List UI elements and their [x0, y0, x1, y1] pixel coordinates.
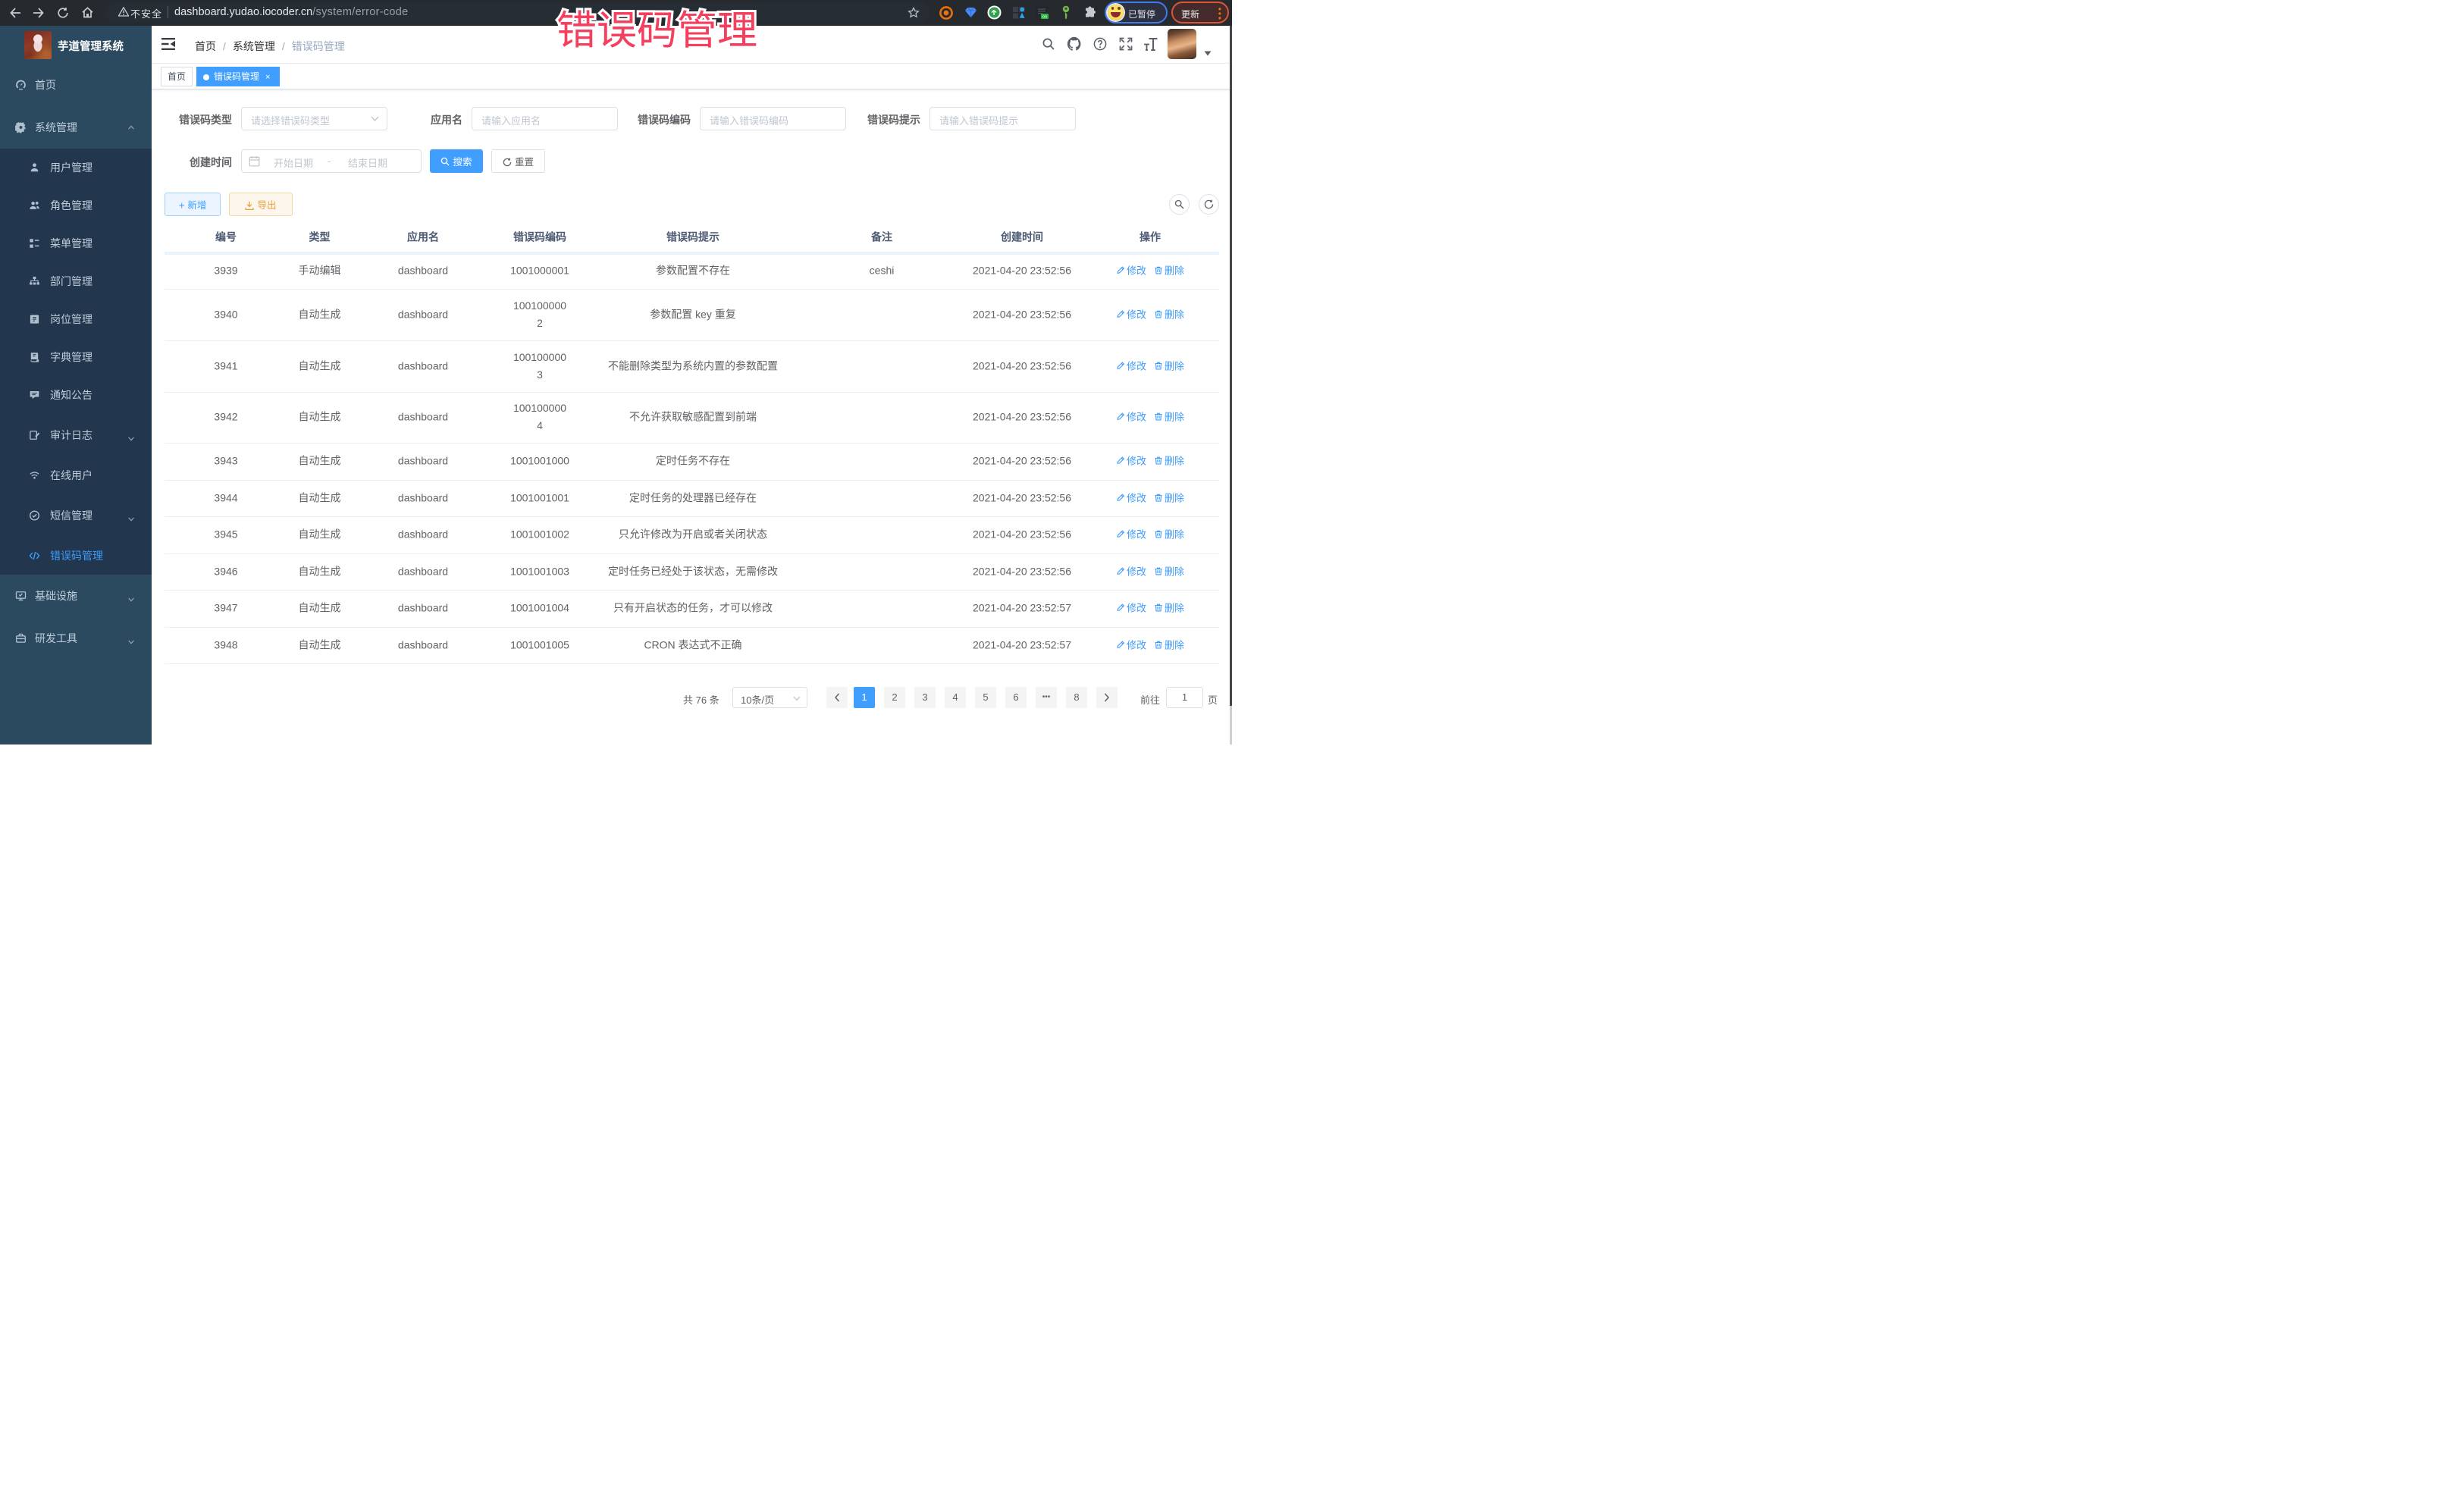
svg-text:on: on	[1042, 14, 1047, 19]
